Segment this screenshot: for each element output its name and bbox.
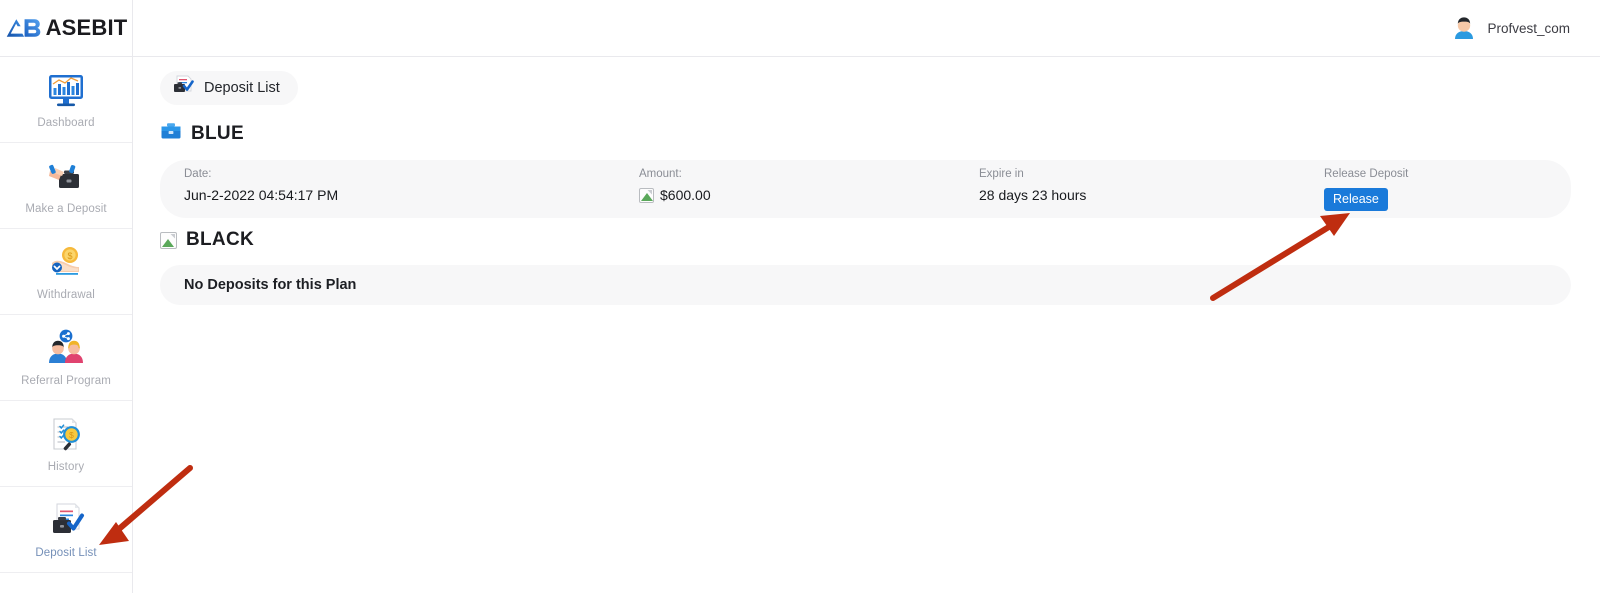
sidebar-item-dashboard[interactable]: Dashboard bbox=[0, 57, 132, 143]
no-deposits-message: No Deposits for this Plan bbox=[184, 277, 357, 293]
svg-text:$: $ bbox=[69, 430, 74, 440]
sidebar-item-referral-program[interactable]: Referral Program bbox=[0, 315, 132, 401]
plan-header-black: BLACK bbox=[160, 229, 254, 251]
main-content: Deposit List BLUE Date: Jun-2-2022 04:54… bbox=[133, 57, 1600, 593]
col-value-amount-wrap: $600.00 bbox=[639, 187, 955, 203]
deposit-list-icon bbox=[170, 74, 196, 103]
people-share-icon bbox=[44, 329, 88, 369]
sidebar-item-deposit-list[interactable]: Deposit List bbox=[0, 487, 132, 573]
col-label-amount: Amount: bbox=[639, 168, 682, 180]
sidebar-nav: Dashboard Make a Deposit $ Withdrawal Re… bbox=[0, 57, 133, 593]
col-label-date: Date: bbox=[184, 168, 212, 180]
deposit-list-tab-label: Deposit List bbox=[204, 80, 280, 96]
sidebar-item-label: Deposit List bbox=[35, 546, 97, 559]
document-magnifier-icon: $ bbox=[44, 415, 88, 455]
brand-name-text: ASEBIT bbox=[45, 15, 128, 40]
brand-logo-container[interactable]: ASEBIT bbox=[0, 0, 133, 57]
plan-name-black: BLACK bbox=[186, 229, 254, 250]
asebit-logo-icon bbox=[6, 19, 40, 37]
hand-coin-icon: $ bbox=[44, 243, 88, 283]
sidebar-item-label: Dashboard bbox=[37, 116, 95, 129]
sidebar-item-label: History bbox=[47, 460, 85, 473]
blue-briefcase-icon bbox=[160, 121, 182, 146]
col-value-date: Jun-2-2022 04:54:17 PM bbox=[184, 186, 339, 203]
page-root: ASEBIT Profvest_com Dashboard Make a Dep… bbox=[0, 0, 1600, 593]
release-button[interactable]: Release bbox=[1324, 187, 1388, 211]
sidebar-item-label: Make a Deposit bbox=[25, 202, 107, 215]
top-header-bar: ASEBIT Profvest_com bbox=[0, 0, 1600, 57]
sidebar-item-withdrawal[interactable]: $ Withdrawal bbox=[0, 229, 132, 315]
deposit-col-expire: Expire in 28 days 23 hours bbox=[955, 168, 1300, 218]
col-value-release-wrap: Release bbox=[1324, 187, 1571, 211]
deposit-col-amount: Amount: $600.00 bbox=[615, 168, 955, 218]
handshake-briefcase-icon bbox=[44, 157, 88, 197]
broken-image-icon bbox=[639, 187, 654, 203]
briefcase-document-check-icon bbox=[44, 501, 88, 541]
plan-name-blue: BLUE bbox=[191, 122, 244, 144]
sidebar-item-history[interactable]: $ History bbox=[0, 401, 132, 487]
monitor-chart-icon bbox=[44, 71, 88, 111]
col-label-expire: Expire in bbox=[979, 168, 1024, 180]
deposit-col-release: Release Deposit Release bbox=[1300, 168, 1571, 218]
svg-text:$: $ bbox=[67, 251, 72, 261]
plan-header-blue: BLUE bbox=[160, 121, 244, 146]
user-menu[interactable]: Profvest_com bbox=[1451, 15, 1570, 41]
deposit-list-tab[interactable]: Deposit List bbox=[160, 71, 298, 105]
deposit-col-date: Date: Jun-2-2022 04:54:17 PM bbox=[160, 168, 615, 218]
sidebar-item-label: Withdrawal bbox=[37, 288, 95, 301]
col-label-release: Release Deposit bbox=[1324, 168, 1409, 180]
sidebar-item-make-a-deposit[interactable]: Make a Deposit bbox=[0, 143, 132, 229]
user-avatar-icon bbox=[1451, 15, 1477, 41]
col-value-amount: $600.00 bbox=[660, 187, 711, 203]
col-value-expire: 28 days 23 hours bbox=[979, 186, 1087, 203]
deposit-row-blue: Date: Jun-2-2022 04:54:17 PM Amount: $60… bbox=[160, 160, 1571, 218]
deposit-empty-black: No Deposits for this Plan bbox=[160, 265, 1571, 305]
user-name-label: Profvest_com bbox=[1487, 20, 1570, 36]
sidebar-item-label: Referral Program bbox=[21, 374, 111, 387]
broken-image-icon bbox=[160, 231, 177, 249]
